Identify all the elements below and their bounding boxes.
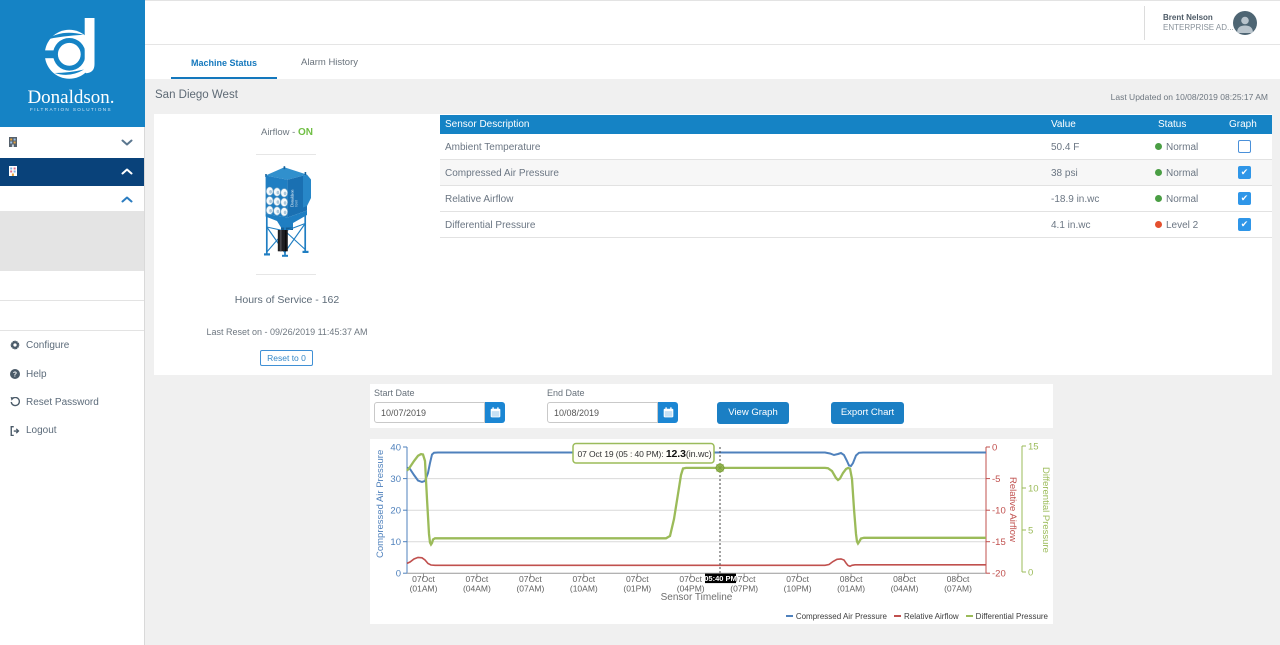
svg-text:-10: -10: [992, 506, 1006, 517]
svg-text:07Oct: 07Oct: [572, 574, 595, 584]
svg-text:(07AM): (07AM): [516, 584, 544, 594]
svg-text:15: 15: [1028, 442, 1039, 453]
svg-text:07Oct: 07Oct: [519, 574, 542, 584]
svg-text:(07AM): (07AM): [944, 584, 972, 594]
svg-text:10: 10: [1028, 484, 1039, 495]
svg-text:07Oct: 07Oct: [412, 574, 435, 584]
svg-text:08Oct: 08Oct: [840, 574, 863, 584]
svg-text:0: 0: [396, 569, 401, 580]
svg-text:Differential Pressure: Differential Pressure: [1040, 467, 1051, 553]
svg-text:07Oct: 07Oct: [786, 574, 809, 584]
svg-text:?: ?: [13, 372, 17, 379]
svg-text:(04AM): (04AM): [463, 584, 491, 594]
svg-text:5: 5: [1028, 526, 1033, 537]
svg-text:40: 40: [390, 443, 401, 454]
svg-text:(01AM): (01AM): [837, 584, 865, 594]
svg-text:Donaldson.: Donaldson.: [27, 87, 114, 108]
svg-text:(07PM): (07PM): [730, 584, 758, 594]
svg-text:(01AM): (01AM): [410, 584, 438, 594]
svg-text:-15: -15: [992, 537, 1006, 548]
svg-text:(01PM): (01PM): [623, 584, 651, 594]
svg-text:20: 20: [390, 506, 401, 517]
svg-text:FILTRATION SOLUTIONS: FILTRATION SOLUTIONS: [30, 107, 112, 112]
svg-text:-5: -5: [992, 474, 1000, 485]
svg-text:07Oct: 07Oct: [679, 574, 702, 584]
svg-text:30: 30: [390, 474, 401, 485]
svg-text:0: 0: [992, 443, 997, 454]
svg-text:08Oct: 08Oct: [947, 574, 970, 584]
svg-text:Sensor Timeline: Sensor Timeline: [661, 592, 733, 603]
svg-text:10: 10: [390, 537, 401, 548]
svg-text:Compressed Air Pressure: Compressed Air Pressure: [375, 450, 386, 558]
svg-text:Relative Airflow: Relative Airflow: [1007, 477, 1018, 542]
svg-text:05:40 PM: 05:40 PM: [704, 574, 737, 583]
svg-text:Donaldson: Donaldson: [290, 190, 295, 207]
svg-text:(10AM): (10AM): [570, 584, 598, 594]
svg-text:07 Oct 19 (05 : 40 PM): 12.3(i: 07 Oct 19 (05 : 40 PM): 12.3(in.wc): [578, 448, 712, 460]
svg-text:07Oct: 07Oct: [626, 574, 649, 584]
svg-text:(10PM): (10PM): [784, 584, 812, 594]
svg-text:08Oct: 08Oct: [893, 574, 916, 584]
svg-text:TORIT: TORIT: [296, 199, 299, 207]
svg-text:(04AM): (04AM): [891, 584, 919, 594]
svg-text:0: 0: [1028, 568, 1033, 579]
svg-text:-20: -20: [992, 569, 1006, 580]
svg-text:07Oct: 07Oct: [466, 574, 489, 584]
